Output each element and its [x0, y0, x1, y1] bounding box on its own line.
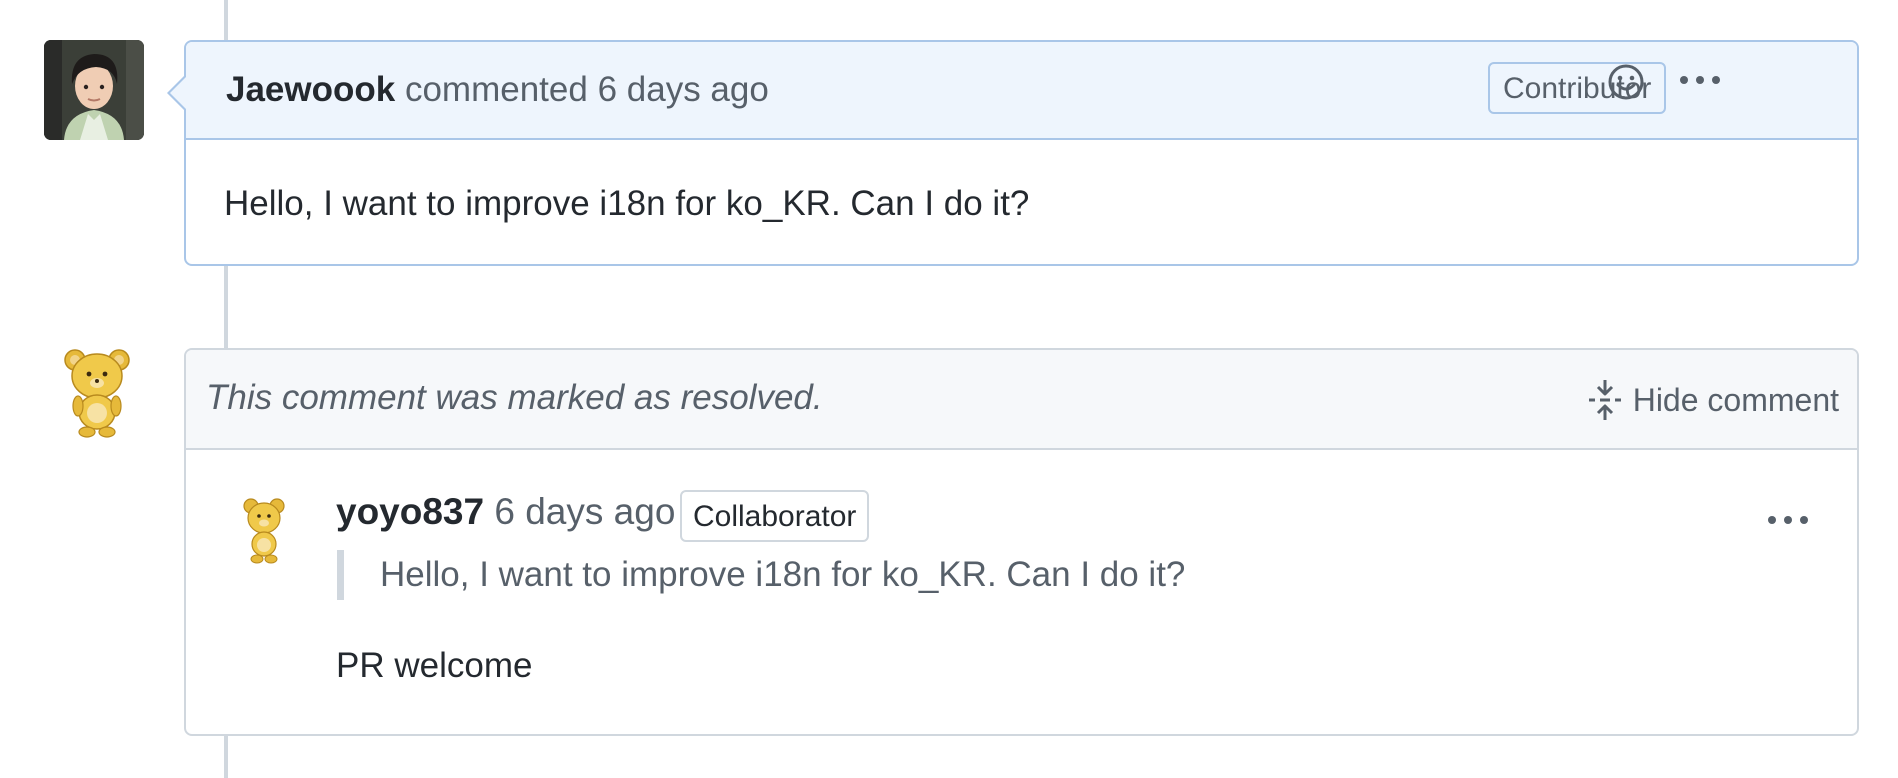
user-photo-icon — [44, 40, 144, 140]
collaborator-badge: Collaborator — [680, 490, 870, 542]
comment-timestamp[interactable]: 6 days ago — [598, 70, 769, 109]
hide-comment-button[interactable]: Hide comment — [1587, 378, 1839, 422]
smiley-icon[interactable] — [1606, 62, 1646, 102]
resolved-notice: This comment was marked as resolved. — [206, 378, 823, 417]
reply-timestamp[interactable]: 6 days ago — [494, 491, 675, 532]
hide-comment-label: Hide comment — [1632, 381, 1839, 418]
fold-icon — [1588, 380, 1621, 420]
reply-body: PR welcome — [336, 646, 533, 685]
resolved-header: This comment was marked as resolved. Hid… — [186, 350, 1857, 450]
quoted-reply: Hello, I want to improve i18n for ko_KR.… — [337, 550, 1185, 600]
avatar[interactable] — [62, 346, 132, 438]
comment-action: commented — [404, 70, 588, 109]
comment-card: Jaewoook commented 6 days ago Contributo… — [184, 40, 1859, 266]
avatar[interactable] — [44, 40, 144, 140]
resolved-comment-card: This comment was marked as resolved. Hid… — [184, 348, 1859, 736]
comment-header: Jaewoook commented 6 days ago Contributo… — [186, 42, 1857, 140]
comment-meta: Jaewoook commented 6 days ago — [226, 70, 769, 110]
reply-meta: yoyo837 6 days ago — [336, 490, 675, 534]
comment-body: Hello, I want to improve i18n for ko_KR.… — [224, 184, 1030, 223]
reply-avatar[interactable] — [242, 496, 286, 564]
comment-arrow-fill — [170, 77, 186, 109]
kebab-horizontal-icon[interactable] — [1766, 510, 1810, 530]
kebab-horizontal-icon[interactable] — [1678, 70, 1722, 90]
reply-author-link[interactable]: yoyo837 — [336, 491, 484, 532]
author-link[interactable]: Jaewoook — [226, 70, 395, 109]
